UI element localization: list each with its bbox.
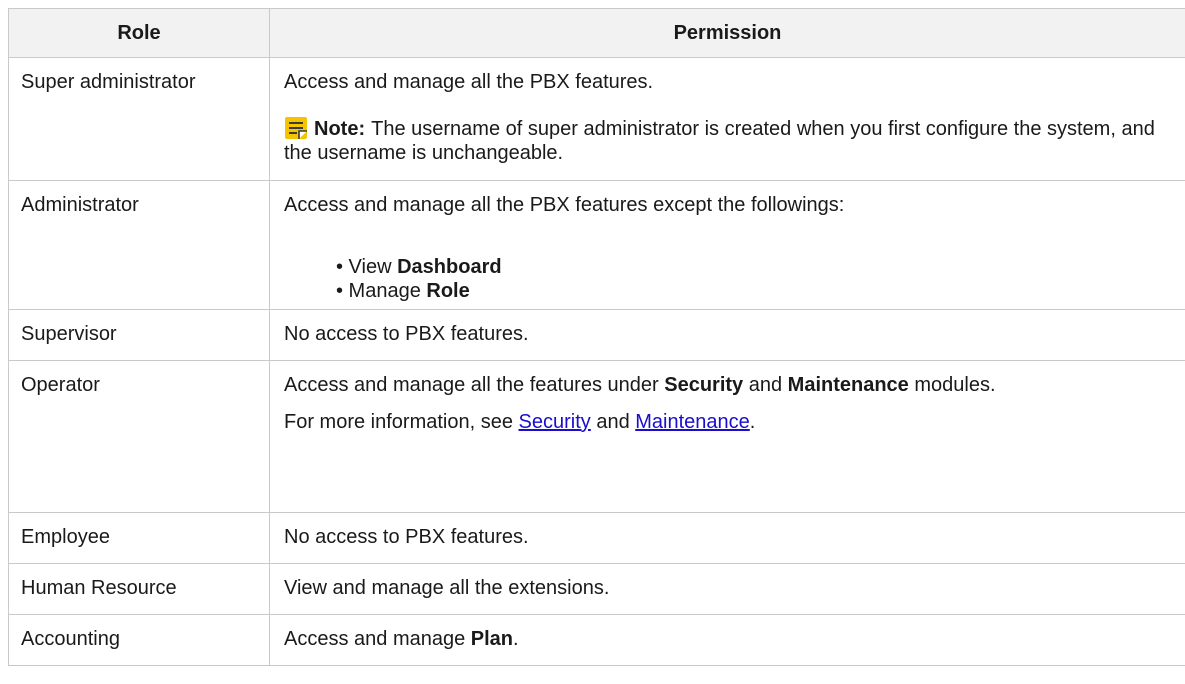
role-name: Human Resource — [21, 577, 177, 599]
maintenance-link[interactable]: Maintenance — [635, 411, 750, 433]
list-item-prefix: • Manage — [336, 280, 427, 302]
table-row: Accounting Access and manage Plan. — [8, 614, 1185, 666]
exception-list: • View Dashboard • Manage Role — [284, 255, 1171, 303]
permission-bold-plan: Plan — [470, 628, 514, 650]
table-row: Human Resource View and manage all the e… — [8, 563, 1185, 615]
permission-cell: Access and manage all the features under… — [269, 360, 1185, 513]
permission-cell: View and manage all the extensions. — [269, 563, 1185, 615]
permission-text-part: . — [513, 628, 519, 650]
role-cell: Super administrator — [8, 57, 270, 181]
list-item-prefix: • View — [336, 256, 398, 278]
permission-cell: Access and manage Plan. — [269, 614, 1185, 666]
role-name: Administrator — [21, 194, 139, 216]
table-row: Operator Access and manage all the featu… — [8, 360, 1185, 513]
permission-bold-security: Security — [664, 374, 744, 396]
permission-bold-maintenance: Maintenance — [787, 374, 909, 396]
more-info-part: For more information, see — [284, 411, 519, 433]
role-cell: Accounting — [8, 614, 270, 666]
note-block: Note: The username of super administrator… — [284, 116, 1171, 165]
permission-text: Access and manage all the PBX features. — [284, 71, 654, 93]
permission-cell: Access and manage all the PBX features. … — [269, 57, 1185, 181]
role-cell: Supervisor — [8, 309, 270, 361]
permission-text-part: Access and manage all the features under — [284, 374, 665, 396]
list-item-bold: Dashboard — [397, 256, 502, 278]
table-row: Supervisor No access to PBX features. — [8, 309, 1185, 361]
more-info-part: . — [749, 411, 756, 433]
list-item: • Manage Role — [336, 279, 1171, 303]
more-info-text: For more information, see Security and M… — [284, 410, 1171, 434]
permission-cell: Access and manage all the PBX features e… — [269, 180, 1185, 310]
header-role: Role — [8, 8, 270, 58]
more-info-part: and — [590, 411, 636, 433]
list-item: • View Dashboard — [336, 255, 1171, 279]
permission-text-part: and — [743, 374, 788, 396]
permission-cell: No access to PBX features. — [269, 309, 1185, 361]
role-cell: Operator — [8, 360, 270, 513]
note-icon — [285, 117, 307, 139]
header-permission: Permission — [269, 8, 1185, 58]
role-name: Operator — [21, 374, 100, 396]
permission-text: No access to PBX features. — [284, 323, 529, 345]
security-link[interactable]: Security — [519, 411, 591, 433]
table-header-row: Role Permission — [8, 8, 1185, 58]
table-row: Administrator Access and manage all the … — [8, 180, 1185, 310]
role-name: Supervisor — [21, 323, 117, 345]
permission-text: Access and manage all the features under… — [284, 373, 1171, 397]
roles-permissions-table: Role Permission Super administrator Acce… — [8, 8, 1185, 666]
role-cell: Employee — [8, 512, 270, 564]
permission-text-part: Access and manage — [284, 628, 471, 650]
table-row: Employee No access to PBX features. — [8, 512, 1185, 564]
role-name: Accounting — [21, 628, 120, 650]
note-label: Note: — [314, 118, 366, 140]
list-item-bold: Role — [426, 280, 470, 302]
role-cell: Administrator — [8, 180, 270, 310]
note-text: The username of super administrator is c… — [284, 118, 1155, 164]
permission-cell: No access to PBX features. — [269, 512, 1185, 564]
permission-text: No access to PBX features. — [284, 526, 529, 548]
permission-text: Access and manage Plan. — [284, 627, 1171, 651]
permission-text: View and manage all the extensions. — [284, 577, 610, 599]
permission-text: Access and manage all the PBX features e… — [284, 194, 845, 216]
permission-text-part: modules. — [908, 374, 996, 396]
role-cell: Human Resource — [8, 563, 270, 615]
role-name: Employee — [21, 526, 110, 548]
role-name: Super administrator — [21, 71, 196, 93]
table-row: Super administrator Access and manage al… — [8, 57, 1185, 181]
